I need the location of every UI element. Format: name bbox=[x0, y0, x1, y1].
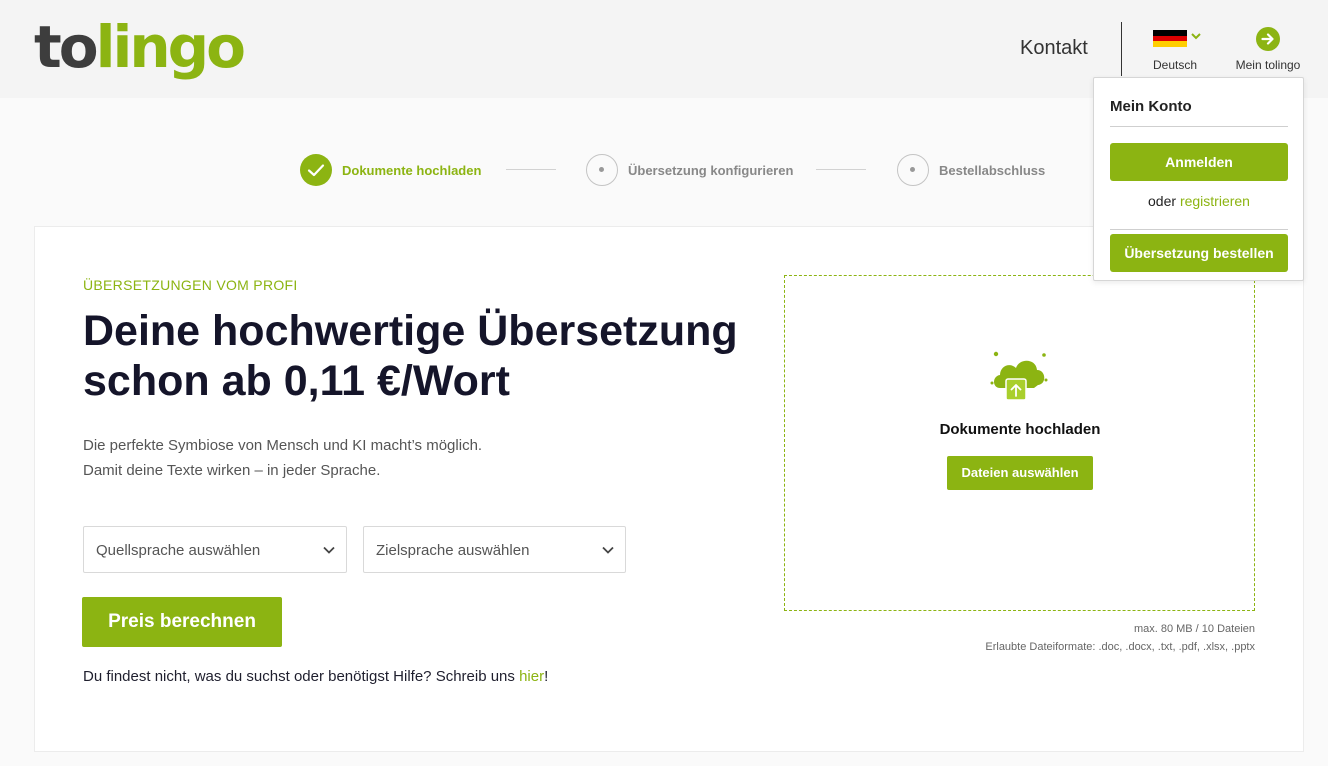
account-dropdown: Mein Konto Anmelden oder registrieren Üb… bbox=[1093, 77, 1304, 281]
step-connector bbox=[816, 169, 866, 170]
login-button[interactable]: Anmelden bbox=[1110, 143, 1288, 181]
hero-headline: Deine hochwertige Übersetzung schon ab 0… bbox=[83, 306, 783, 406]
chevron-down-icon bbox=[602, 546, 614, 554]
upload-limit-note: max. 80 MB / 10 Dateien bbox=[1133, 623, 1255, 635]
upload-dropzone[interactable] bbox=[784, 275, 1255, 611]
arrow-right-circle-icon bbox=[1256, 27, 1280, 51]
mein-tolingo-button[interactable]: Mein tolingo bbox=[1228, 26, 1308, 76]
header-divider bbox=[1121, 22, 1122, 76]
register-link[interactable]: registrieren bbox=[1180, 193, 1250, 209]
tolingo-logo[interactable]: tolingo bbox=[34, 13, 246, 81]
step-1-indicator bbox=[300, 154, 332, 186]
hero-eyebrow: ÜBERSETZUNGEN VOM PROFI bbox=[83, 277, 298, 293]
source-language-select[interactable]: Quellsprache auswählen bbox=[83, 526, 347, 573]
cloud-upload-icon bbox=[990, 351, 1048, 401]
language-label: Deutsch bbox=[1152, 58, 1198, 72]
choose-files-button[interactable]: Dateien auswählen bbox=[947, 456, 1093, 490]
upload-title: Dokumente hochladen bbox=[939, 421, 1101, 438]
step-2-label: Übersetzung konfigurieren bbox=[628, 163, 794, 178]
step-3-indicator bbox=[897, 154, 929, 186]
check-icon bbox=[307, 164, 325, 177]
source-language-placeholder: Quellsprache auswählen bbox=[96, 542, 261, 559]
step-3-label: Bestellabschluss bbox=[939, 163, 1046, 178]
german-flag-icon bbox=[1153, 30, 1187, 47]
calculate-price-button[interactable]: Preis berechnen bbox=[82, 597, 282, 647]
chevron-down-icon bbox=[1191, 33, 1201, 40]
or-text: oder bbox=[1148, 193, 1180, 209]
language-selector[interactable]: Deutsch bbox=[1150, 28, 1202, 76]
order-translation-button[interactable]: Übersetzung bestellen bbox=[1110, 234, 1288, 272]
help-link[interactable]: hier bbox=[519, 668, 544, 685]
order-progress-steps: Dokumente hochladen Übersetzung konfigur… bbox=[300, 154, 1060, 186]
target-language-select[interactable]: Zielsprache auswählen bbox=[363, 526, 626, 573]
logo-part-to: to bbox=[34, 13, 99, 81]
account-dropdown-title: Mein Konto bbox=[1110, 98, 1192, 115]
step-2-indicator bbox=[586, 154, 618, 186]
register-prompt: oder registrieren bbox=[1110, 193, 1288, 209]
headline-line-1: Deine hochwertige Übersetzung bbox=[83, 307, 738, 355]
dropdown-divider bbox=[1110, 126, 1288, 127]
subtext-line-1: Die perfekte Symbiose von Mensch und KI … bbox=[83, 437, 483, 454]
headline-line-2: schon ab 0,11 €/Wort bbox=[83, 357, 510, 405]
help-text-body: Du findest nicht, was du suchst oder ben… bbox=[83, 668, 520, 685]
chevron-down-icon bbox=[323, 546, 335, 554]
help-suffix: ! bbox=[544, 668, 549, 685]
step-1-label: Dokumente hochladen bbox=[342, 163, 482, 178]
help-text: Du findest nicht, was du suchst oder ben… bbox=[83, 668, 548, 685]
logo-part-lingo: lingo bbox=[95, 13, 246, 81]
subtext-line-2: Damit deine Texte wirken – in jeder Spra… bbox=[83, 462, 381, 479]
kontakt-link[interactable]: Kontakt bbox=[1020, 37, 1088, 60]
step-connector bbox=[506, 169, 556, 170]
dropdown-divider bbox=[1110, 229, 1288, 230]
upload-formats-note: Erlaubte Dateiformate: .doc, .docx, .txt… bbox=[985, 641, 1255, 653]
target-language-placeholder: Zielsprache auswählen bbox=[376, 542, 530, 559]
mein-tolingo-label: Mein tolingo bbox=[1235, 58, 1301, 72]
hero-subtext: Die perfekte Symbiose von Mensch und KI … bbox=[83, 433, 482, 483]
